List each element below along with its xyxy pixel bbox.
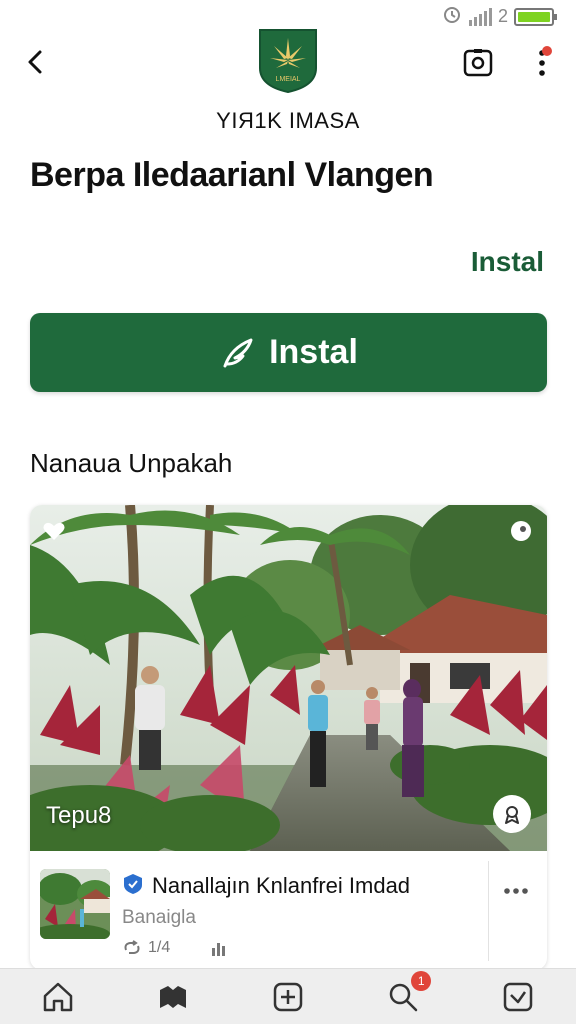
card-subtitle: Banaigla — [122, 907, 196, 928]
post-thumbnail[interactable] — [40, 869, 110, 939]
library-icon — [159, 985, 186, 1008]
page-title: Berpa Iledaarianl Vlangen — [30, 156, 434, 194]
nav-library[interactable] — [153, 977, 193, 1017]
install-button-label: Instal — [269, 333, 358, 371]
nav-home[interactable] — [38, 977, 78, 1017]
post-card[interactable]: Tepu8 Nanallajın Knlanfrei Imdad Banaigl… — [30, 505, 547, 970]
notification-dot — [542, 46, 552, 56]
insights-stat[interactable] — [210, 940, 228, 956]
nav-add[interactable] — [268, 977, 308, 1017]
section-title: Nanaua Unpakah — [30, 448, 233, 478]
options-dot-icon[interactable] — [509, 519, 533, 543]
alarm-icon — [441, 4, 463, 29]
battery-icon — [514, 7, 557, 26]
status-bar: 2 — [0, 0, 576, 30]
brand-logo: LMEIAL — [258, 28, 318, 94]
nav-search[interactable]: 1 — [383, 970, 432, 1017]
network-label: 2 — [497, 6, 508, 26]
verified-badge-icon — [122, 873, 144, 895]
ellipsis-icon — [504, 888, 528, 894]
card-more-button[interactable] — [502, 881, 530, 901]
card-divider — [488, 861, 489, 961]
add-icon — [273, 982, 303, 1011]
check-icon — [504, 982, 533, 1011]
bottom-nav: 1 — [0, 968, 576, 1024]
repost-stat[interactable]: 1/4 — [122, 939, 170, 957]
install-link[interactable]: Instal — [471, 246, 544, 278]
home-icon — [43, 982, 72, 1011]
install-button[interactable]: Instal — [30, 313, 547, 392]
heart-icon[interactable] — [42, 519, 66, 543]
award-icon — [505, 806, 519, 824]
top-bar: LMEIAL YIЯ1K IMASA — [0, 28, 576, 138]
camera-button[interactable] — [462, 46, 494, 78]
brand-name: YIЯ1K IMASA — [216, 108, 360, 133]
bookmark-button[interactable] — [493, 795, 531, 833]
search-badge: 1 — [411, 970, 432, 991]
nav-check[interactable] — [498, 977, 538, 1017]
back-button[interactable] — [20, 46, 52, 78]
status-icons: 2 — [441, 4, 557, 29]
repost-count: 1/4 — [148, 939, 171, 956]
image-caption: Tepu8 — [46, 802, 112, 829]
signal-icon — [468, 7, 492, 26]
garden-photo[interactable]: Tepu8 — [30, 505, 547, 851]
person-2 — [308, 680, 328, 787]
card-title[interactable]: Nanallajın Knlanfrei Imdad — [152, 873, 410, 899]
chevron-left-icon — [28, 50, 42, 74]
repost-icon — [124, 940, 140, 954]
card-footer: Nanallajın Knlanfrei Imdad Banaigla 1/4 — [30, 851, 547, 970]
camera-icon — [463, 49, 493, 77]
logo-text: LMEIAL — [276, 76, 301, 83]
feather-icon — [223, 338, 253, 367]
bar-chart-icon — [212, 943, 226, 956]
card-stats: 1/4 — [122, 939, 228, 957]
